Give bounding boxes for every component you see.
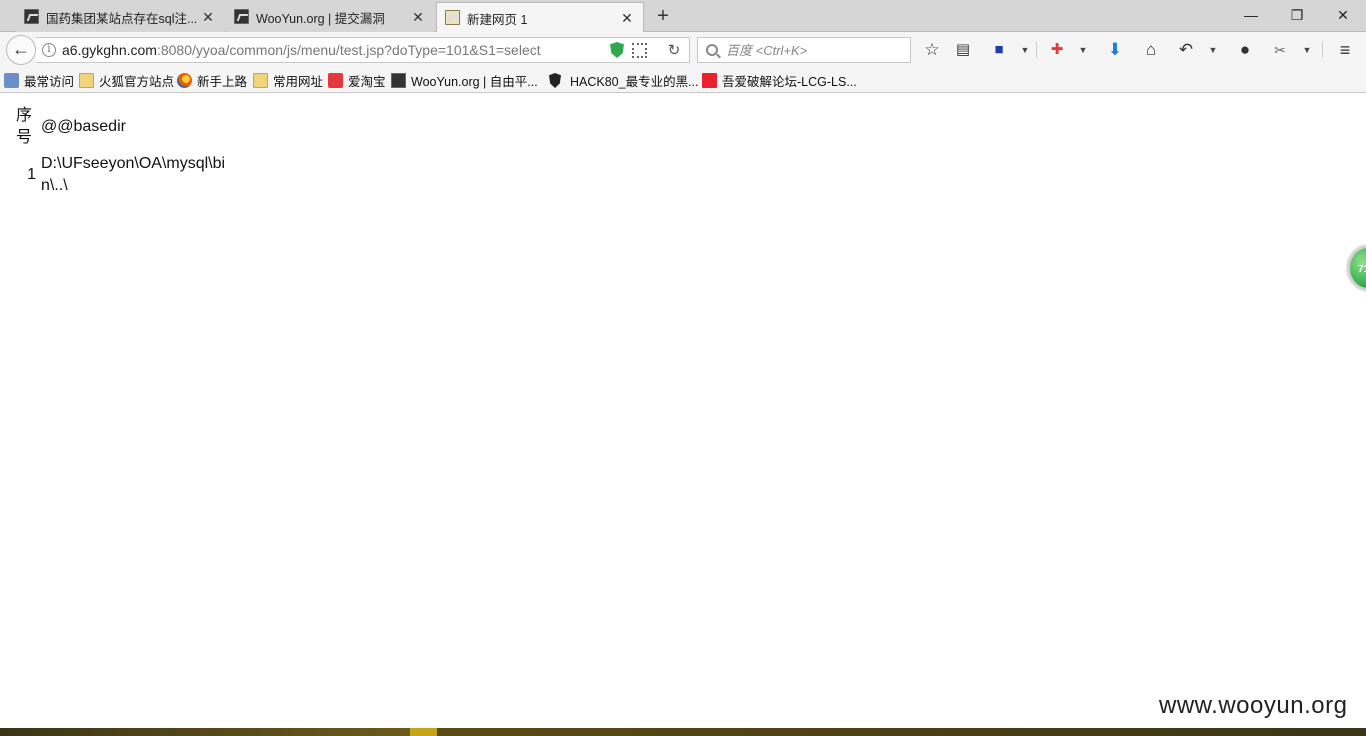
bookmark-wooyun[interactable]: WooYun.org | 自由平... — [391, 72, 538, 89]
bookmark-label: 爱淘宝 — [348, 75, 386, 89]
close-tab-icon[interactable]: ✕ — [410, 9, 426, 25]
tab-wooyun-submit[interactable]: WooYun.org | 提交漏洞 ✕ — [226, 2, 434, 32]
download-icon[interactable]: ⬇ — [1103, 38, 1127, 62]
save-icon[interactable]: ■ — [987, 38, 1011, 62]
bookmark-most-visited[interactable]: 最常访问 — [4, 72, 74, 89]
bookmark-label: 常用网址 — [273, 75, 324, 89]
chat-bubble-icon[interactable]: ● — [1233, 38, 1257, 62]
search-bar[interactable] — [697, 37, 911, 63]
toolbar-divider — [1322, 42, 1323, 58]
url-host: a6.gykghn.com — [62, 42, 157, 58]
row-index: 1 — [27, 166, 36, 183]
restore-button[interactable]: ❐ — [1274, 0, 1320, 30]
bookmark-label: HACK80_最专业的黑... — [570, 75, 699, 89]
bookmarks-bar: 最常访问 火狐官方站点 新手上路 常用网址 爱淘宝 WooYun.org | 自… — [0, 68, 1366, 93]
bookmark-label: 新手上路 — [197, 75, 248, 89]
url-path: :8080/yyoa/common/js/menu/test.jsp?doTyp… — [156, 42, 541, 58]
new-tab-button[interactable]: + — [652, 5, 674, 27]
qr-code-icon[interactable] — [632, 42, 647, 58]
screenshot-dropdown-icon[interactable]: ▼ — [1301, 38, 1313, 62]
url-text[interactable]: a6.gykghn.com:8080/yyoa/common/js/menu/t… — [56, 42, 610, 58]
row-basedir-value: D:\UFseeyon\OA\mysql\bin\..\ — [41, 155, 226, 194]
tab-title: 新建网页 1 — [467, 12, 528, 27]
back-button[interactable]: ← — [6, 35, 36, 65]
tab-title: WooYun.org | 提交漏洞 — [256, 11, 385, 26]
header-index: 序号 — [15, 107, 32, 146]
addon-cross-icon[interactable]: ✚ — [1045, 38, 1069, 62]
tab-sql-injection[interactable]: 国药集团某站点存在sql注... ✕ — [16, 2, 224, 32]
bookmark-hack80[interactable]: HACK80_最专业的黑... — [549, 72, 699, 89]
table-row: 1 D:\UFseeyon\OA\mysql\bin\..\ — [10, 152, 230, 198]
bookmark-getting-started[interactable]: 新手上路 — [177, 72, 247, 89]
bookmark-label: 火狐官方站点 — [99, 75, 175, 89]
nav-toolbar: ← i a6.gykghn.com:8080/yyoa/common/js/me… — [0, 32, 1366, 68]
tab-title: 国药集团某站点存在sql注... — [46, 11, 198, 26]
recent-icon — [4, 73, 19, 88]
firefox-icon — [177, 73, 192, 88]
reload-icon[interactable]: ↻ — [663, 41, 685, 59]
close-tab-icon[interactable]: ✕ — [619, 10, 635, 26]
tab-strip: 国药集团某站点存在sql注... ✕ WooYun.org | 提交漏洞 ✕ 新… — [0, 0, 1366, 33]
wooyun-icon — [391, 73, 406, 88]
folder-icon — [79, 73, 94, 88]
hack80-icon — [549, 73, 561, 88]
query-result-table: 序号 @@basedir 1 D:\UFseeyon\OA\mysql\bin\… — [8, 102, 232, 200]
bookmark-label: 吾爱破解论坛-LCG-LS... — [722, 75, 857, 89]
table-header-row: 序号 @@basedir — [10, 104, 230, 150]
page-content: 序号 @@basedir 1 D:\UFseeyon\OA\mysql\bin\… — [0, 94, 1366, 728]
bookmark-label: WooYun.org | 自由平... — [411, 75, 538, 89]
52pojie-icon — [702, 73, 717, 88]
os-taskbar — [0, 728, 1366, 736]
info-icon[interactable]: i — [42, 43, 56, 57]
close-window-button[interactable]: ✕ — [1320, 0, 1366, 30]
floating-speed-badge[interactable]: 71 — [1348, 246, 1366, 290]
taobao-icon — [328, 73, 343, 88]
undo-icon[interactable]: ↶ — [1174, 38, 1198, 62]
page-favicon-icon — [445, 10, 460, 25]
search-icon — [706, 44, 718, 56]
screenshot-icon[interactable]: ✂ — [1268, 38, 1292, 62]
close-tab-icon[interactable]: ✕ — [200, 9, 216, 25]
bookmark-star-icon[interactable]: ☆ — [920, 38, 944, 62]
tab-new-page[interactable]: 新建网页 1 ✕ — [436, 2, 644, 33]
bookmark-common-sites[interactable]: 常用网址 — [253, 72, 323, 89]
bookmark-52pojie[interactable]: 吾爱破解论坛-LCG-LS... — [702, 72, 857, 89]
shield-icon[interactable] — [610, 42, 624, 58]
toolbar-divider — [1036, 42, 1037, 58]
folder-icon — [253, 73, 268, 88]
addon-dropdown-icon[interactable]: ▼ — [1077, 38, 1089, 62]
bookmark-firefox-official[interactable]: 火狐官方站点 — [79, 72, 174, 89]
bookmark-ai-taobao[interactable]: 爱淘宝 — [328, 72, 386, 89]
header-basedir: @@basedir — [41, 118, 126, 135]
wooyun-favicon-icon — [24, 9, 39, 24]
save-dropdown-icon[interactable]: ▼ — [1019, 38, 1031, 62]
undo-dropdown-icon[interactable]: ▼ — [1207, 38, 1219, 62]
reading-list-icon[interactable]: ▤ — [951, 38, 975, 62]
search-input[interactable] — [726, 42, 910, 58]
watermark: www.wooyun.org — [1159, 692, 1348, 719]
url-bar[interactable]: i a6.gykghn.com:8080/yyoa/common/js/menu… — [36, 37, 690, 63]
arrow-left-icon: ← — [12, 39, 30, 59]
bookmark-label: 最常访问 — [24, 75, 75, 89]
menu-hamburger-icon[interactable]: ≡ — [1333, 38, 1357, 62]
minimize-button[interactable]: — — [1228, 0, 1274, 30]
home-icon[interactable]: ⌂ — [1139, 38, 1163, 62]
wooyun-favicon-icon — [234, 9, 249, 24]
